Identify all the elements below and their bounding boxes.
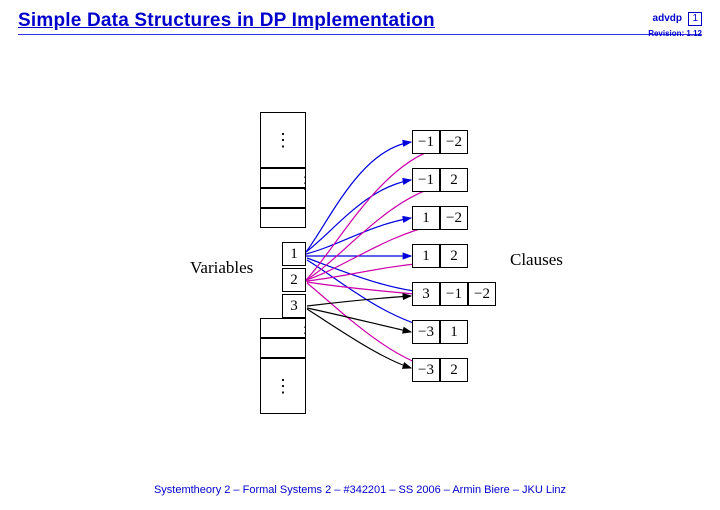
- var-3-box: 3: [282, 294, 306, 318]
- vdots-icon: ⋮: [274, 130, 292, 151]
- dots-upper: ...: [300, 172, 310, 190]
- var-2-label: 2: [290, 272, 298, 289]
- var-stack-top: ⋮: [260, 112, 306, 168]
- var-2-box: 2: [282, 268, 306, 292]
- dots-lower: ..: [300, 322, 310, 334]
- clause-6-lit-a: −3: [412, 358, 440, 382]
- clause-4-lit-b: −1: [440, 282, 468, 306]
- var-stack-bottom: ⋮: [260, 358, 306, 414]
- clause-4-lit-c: −2: [468, 282, 496, 306]
- clauses-label: Clauses: [510, 250, 563, 270]
- clause-0-lit-a: −1: [412, 130, 440, 154]
- diagram-arrows: [0, 0, 720, 510]
- clause-1-lit-a: −1: [412, 168, 440, 192]
- diagram: ⋮ ... 1 2 3 .. ⋮ Variables Clauses −1 −2…: [0, 0, 720, 510]
- clause-3-lit-b: 2: [440, 244, 468, 268]
- clause-5-lit-a: −3: [412, 320, 440, 344]
- vdots-icon: ⋮: [274, 376, 292, 397]
- clause-3-lit-a: 1: [412, 244, 440, 268]
- clause-6-lit-b: 2: [440, 358, 468, 382]
- variables-label: Variables: [190, 258, 253, 278]
- clause-5-lit-b: 1: [440, 320, 468, 344]
- var-slot-c: [260, 208, 306, 228]
- var-slot-e: [260, 338, 306, 358]
- clause-0-lit-b: −2: [440, 130, 468, 154]
- clause-2-lit-b: −2: [440, 206, 468, 230]
- footer-text: Systemtheory 2 – Formal Systems 2 – #342…: [0, 484, 720, 496]
- clause-1-lit-b: 2: [440, 168, 468, 192]
- var-3-label: 3: [290, 298, 298, 315]
- var-slot-b: [260, 188, 306, 208]
- clause-4-lit-a: 3: [412, 282, 440, 306]
- var-1-box: 1: [282, 242, 306, 266]
- clause-2-lit-a: 1: [412, 206, 440, 230]
- var-1-label: 1: [290, 246, 298, 263]
